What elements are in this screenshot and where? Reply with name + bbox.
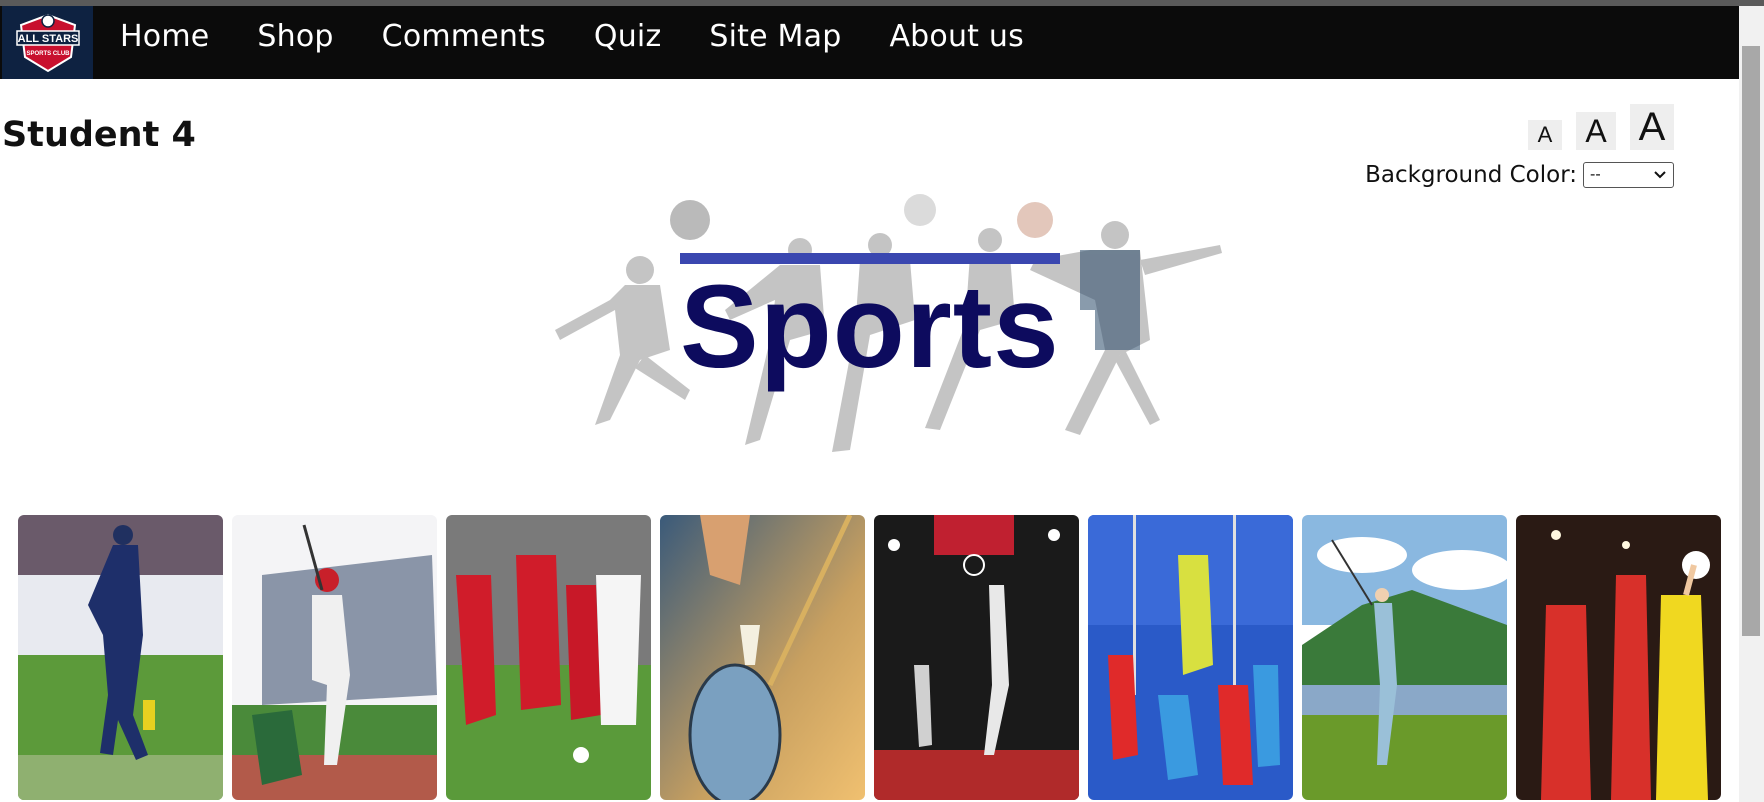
background-color-control: Background Color: -- (1365, 162, 1674, 188)
nav-item-comments[interactable]: Comments (358, 21, 570, 52)
netball-image (1516, 515, 1721, 800)
background-color-label: Background Color: (1365, 162, 1577, 188)
chevron-down-icon (1654, 171, 1666, 179)
club-logo-graphic: ALL STARS SPORTS CLUB (15, 13, 80, 72)
logo-text-primary: ALL STARS (17, 33, 78, 45)
gallery-card-hockey[interactable] (1088, 515, 1293, 800)
font-size-controls: A A A (1528, 104, 1674, 150)
background-color-selected-value: -- (1590, 166, 1601, 183)
nav-item-home[interactable]: Home (96, 21, 233, 52)
gallery-card-football[interactable] (446, 515, 651, 800)
font-size-large-button[interactable]: A (1630, 104, 1674, 150)
gallery-card-basketball[interactable] (874, 515, 1079, 800)
page-title: Student 4 (2, 115, 196, 155)
football-image (446, 515, 651, 800)
club-logo[interactable]: ALL STARS SPORTS CLUB (2, 6, 93, 79)
gallery-card-golf[interactable] (1302, 515, 1507, 800)
gallery-card-netball[interactable] (1516, 515, 1721, 800)
gallery-card-cricket[interactable] (18, 515, 223, 800)
logo-text-secondary: SPORTS CLUB (26, 51, 70, 57)
badminton-image (660, 515, 865, 800)
golf-image (1302, 515, 1507, 800)
nav-item-shop[interactable]: Shop (233, 21, 357, 52)
main-navigation: Home Shop Comments Quiz Site Map About u… (96, 6, 1048, 79)
cricket-image (18, 515, 223, 800)
scrollbar-thumb[interactable] (1742, 46, 1760, 636)
font-size-small-button[interactable]: A (1528, 120, 1562, 150)
hockey-image (1088, 515, 1293, 800)
baseball-image (232, 515, 437, 800)
nav-item-about-us[interactable]: About us (865, 21, 1047, 52)
basketball-image (874, 515, 1079, 800)
sports-gallery (18, 515, 1721, 800)
nav-item-site-map[interactable]: Site Map (685, 21, 865, 52)
font-size-medium-button[interactable]: A (1576, 112, 1616, 150)
background-color-select[interactable]: -- (1583, 162, 1674, 188)
gallery-card-badminton[interactable] (660, 515, 865, 800)
nav-item-quiz[interactable]: Quiz (570, 21, 686, 52)
page-scrollbar[interactable] (1739, 6, 1764, 802)
hero-title: Sports (680, 261, 1060, 393)
navbar: ALL STARS SPORTS CLUB Home Shop Comments… (0, 6, 1739, 79)
gallery-card-baseball[interactable] (232, 515, 437, 800)
